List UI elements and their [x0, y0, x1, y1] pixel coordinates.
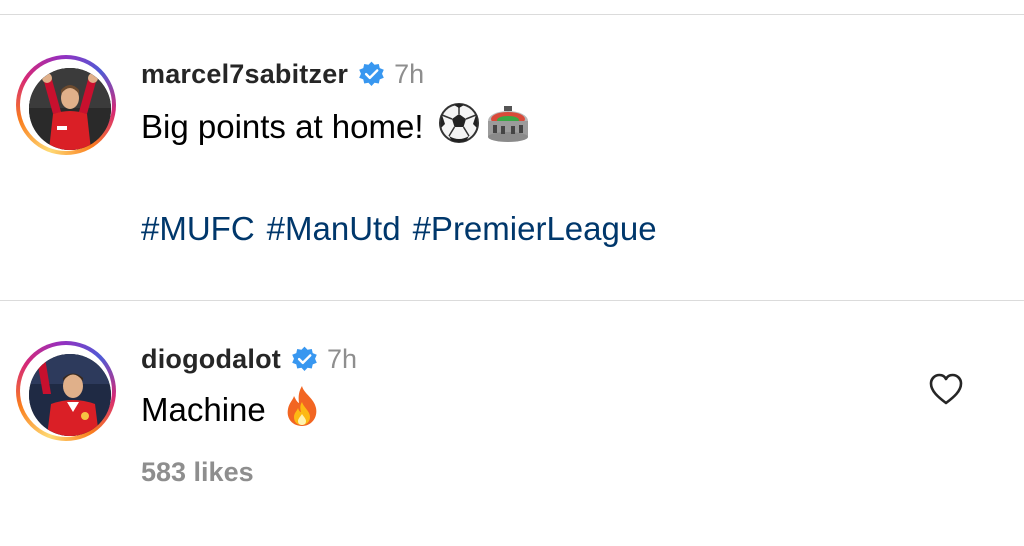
likes-count[interactable]: 583 likes [141, 457, 254, 488]
comment-time: 7h [394, 58, 425, 89]
divider [0, 14, 1024, 15]
comment-text-row: Big points at home! [141, 102, 530, 152]
avatar-gap [20, 345, 112, 437]
stadium-emoji [486, 103, 530, 151]
divider [0, 300, 1024, 301]
soccer-ball-emoji [438, 102, 480, 152]
verified-badge-icon [358, 61, 385, 88]
hashtag-link[interactable]: #ManUtd [267, 210, 401, 248]
hashtag-link[interactable]: #PremierLeague [413, 210, 657, 248]
verified-badge-icon [291, 346, 318, 373]
comment-text: Big points at home! [141, 108, 424, 145]
comment-header: marcel7sabitzer 7h [141, 56, 424, 92]
hashtag-link[interactable]: #MUFC [141, 210, 255, 248]
comment-text-row: Machine [141, 386, 322, 432]
heart-icon[interactable] [928, 372, 964, 406]
story-ring[interactable] [16, 55, 116, 155]
comment-text: Machine [141, 391, 266, 428]
avatar [29, 68, 111, 150]
comments-section: marcel7sabitzer 7h Big points at home! #… [0, 0, 1024, 546]
comment-time: 7h [326, 343, 358, 374]
hashtag-row: #MUFC #ManUtd #PremierLeague [141, 210, 657, 248]
username[interactable]: diogodalot [141, 344, 281, 375]
avatar [29, 354, 111, 436]
username[interactable]: marcel7sabitzer [141, 59, 348, 90]
fire-emoji [282, 384, 322, 436]
comment-header: diogodalot 7h [141, 341, 357, 377]
story-ring[interactable] [16, 341, 116, 441]
avatar-gap [20, 59, 112, 151]
